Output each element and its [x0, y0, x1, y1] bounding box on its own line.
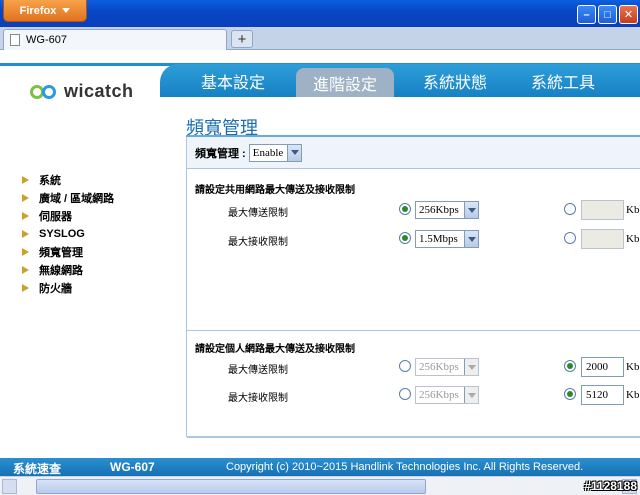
sidebar-item-label: 伺服器 — [39, 211, 72, 223]
tab-bar: WG-607 + — [0, 27, 640, 50]
page-footer: 系統速查 WG-607 Copyright (c) 2010~2015 Hand… — [0, 458, 640, 476]
personal-upload-unit: Kb — [626, 361, 640, 373]
shared-download-preset-radio[interactable] — [399, 232, 411, 244]
personal-download-preset-radio[interactable] — [399, 388, 411, 400]
shared-upload-unit: Kb — [626, 204, 640, 216]
dropdown-arrow-icon — [62, 8, 71, 13]
chevron-down-icon — [464, 202, 478, 218]
sidebar-item-label: 廣域 / 區域網路 — [39, 193, 115, 205]
sidebar-item-wireless[interactable]: 無線網路 — [22, 261, 114, 279]
personal-download-select-value: 256Kbps — [419, 389, 459, 401]
shared-limit-title: 請設定共用網路最大傳送及接收限制 — [195, 185, 355, 196]
sidebar-item-label: 系統 — [39, 175, 61, 187]
section-divider — [187, 330, 640, 331]
sidebar-item-label: 無線網路 — [39, 265, 83, 277]
bullet-arrow-icon — [22, 266, 29, 274]
shared-download-unit: Kb — [626, 233, 640, 245]
section-divider — [187, 437, 640, 438]
footer-copyright: Copyright (c) 2010~2015 Handlink Technol… — [226, 461, 584, 473]
new-tab-button[interactable]: + — [231, 30, 253, 48]
scroll-left-icon[interactable] — [2, 479, 17, 494]
bandwidth-enable-value: Enable — [252, 146, 284, 159]
chevron-down-icon — [464, 359, 478, 375]
page-content: 基本設定 進階設定 系統狀態 系統工具 wicatch 頻寬管理 系統 廣域 /… — [0, 51, 640, 458]
chevron-down-icon — [464, 387, 478, 403]
tab-advanced-settings[interactable]: 進階設定 — [296, 68, 394, 97]
personal-upload-preset-radio[interactable] — [399, 360, 411, 372]
bandwidth-label: 頻寬管理 : — [195, 147, 246, 160]
sidebar-item-wan-lan[interactable]: 廣域 / 區域網路 — [22, 189, 114, 207]
sidebar-item-label: 防火牆 — [39, 283, 72, 295]
footer-model: WG-607 — [110, 460, 155, 474]
horizontal-scrollbar[interactable] — [0, 476, 640, 495]
bandwidth-enable-row: 頻寬管理 : Enable — [187, 137, 640, 169]
watermark: #1128188 — [584, 479, 637, 493]
window-titlebar: Firefox – □ ✕ — [0, 0, 640, 27]
sidebar-item-bandwidth[interactable]: 頻寬管理 — [22, 243, 114, 261]
sidebar-item-label: 頻寬管理 — [39, 247, 83, 259]
shared-download-select-value: 1.5Mbps — [419, 233, 458, 245]
personal-limit-title: 請設定個人網路最大傳送及接收限制 — [195, 344, 355, 355]
tab-system-status[interactable]: 系統狀態 — [406, 64, 504, 97]
bullet-arrow-icon — [22, 248, 29, 256]
personal-upload-select[interactable]: 256Kbps — [415, 358, 479, 376]
shared-upload-custom-radio[interactable] — [564, 203, 576, 215]
chevron-down-icon — [287, 144, 302, 161]
footer-product-label: 系統速查 — [13, 462, 62, 476]
sidebar-item-server[interactable]: 伺服器 — [22, 207, 114, 225]
logo-mark-icon — [30, 83, 60, 101]
sidebar-item-system[interactable]: 系統 — [22, 171, 114, 189]
shared-upload-select[interactable]: 256Kbps — [415, 201, 479, 219]
shared-download-label: 最大接收限制 — [228, 237, 288, 248]
bandwidth-panel: 頻寬管理 : Enable 請設定共用網路最大傳送及接收限制 最大傳送限制 25… — [186, 137, 640, 438]
bandwidth-enable-select[interactable]: Enable — [248, 143, 303, 162]
bullet-arrow-icon — [22, 176, 29, 184]
shared-upload-label: 最大傳送限制 — [228, 208, 288, 219]
personal-download-custom-input[interactable]: 5120 — [581, 385, 624, 405]
top-nav: 基本設定 進階設定 系統狀態 系統工具 — [160, 64, 640, 97]
shared-upload-custom-input[interactable] — [581, 200, 624, 220]
maximize-icon[interactable]: □ — [598, 5, 617, 24]
sidebar-item-syslog[interactable]: SYSLOG — [22, 225, 114, 243]
tab-basic-settings[interactable]: 基本設定 — [184, 64, 282, 97]
personal-download-custom-radio[interactable] — [564, 388, 576, 400]
page-icon — [10, 34, 20, 46]
chevron-down-icon — [464, 231, 478, 247]
browser-tab-title: WG-607 — [26, 34, 67, 46]
personal-download-label: 最大接收限制 — [228, 393, 288, 404]
personal-download-select[interactable]: 256Kbps — [415, 386, 479, 404]
sidebar-item-label: SYSLOG — [39, 228, 85, 240]
shared-upload-select-value: 256Kbps — [419, 204, 459, 216]
shared-download-select[interactable]: 1.5Mbps — [415, 230, 479, 248]
sidebar-menu: 系統 廣域 / 區域網路 伺服器 SYSLOG 頻寬管理 無線網路 防火牆 — [22, 171, 114, 297]
browser-tab[interactable]: WG-607 — [3, 29, 227, 50]
firefox-menu-button[interactable]: Firefox — [3, 0, 87, 22]
personal-upload-label: 最大傳送限制 — [228, 365, 288, 376]
bullet-arrow-icon — [22, 284, 29, 292]
tab-system-tools[interactable]: 系統工具 — [514, 64, 612, 97]
shared-download-custom-input[interactable] — [581, 229, 624, 249]
personal-upload-custom-radio[interactable] — [564, 360, 576, 372]
sidebar-item-firewall[interactable]: 防火牆 — [22, 279, 114, 297]
firefox-menu-label: Firefox — [19, 4, 57, 17]
shared-download-custom-radio[interactable] — [564, 232, 576, 244]
personal-download-unit: Kb — [626, 389, 640, 401]
personal-upload-select-value: 256Kbps — [419, 361, 459, 373]
minimize-icon[interactable]: – — [577, 5, 596, 24]
bullet-arrow-icon — [22, 194, 29, 202]
close-icon[interactable]: ✕ — [619, 5, 638, 24]
personal-upload-custom-input[interactable]: 2000 — [581, 357, 624, 377]
bullet-arrow-icon — [22, 230, 29, 238]
logo: wicatch — [30, 81, 134, 102]
logo-text: wicatch — [64, 81, 134, 101]
shared-upload-preset-radio[interactable] — [399, 203, 411, 215]
bullet-arrow-icon — [22, 212, 29, 220]
scrollbar-thumb[interactable] — [36, 479, 426, 494]
